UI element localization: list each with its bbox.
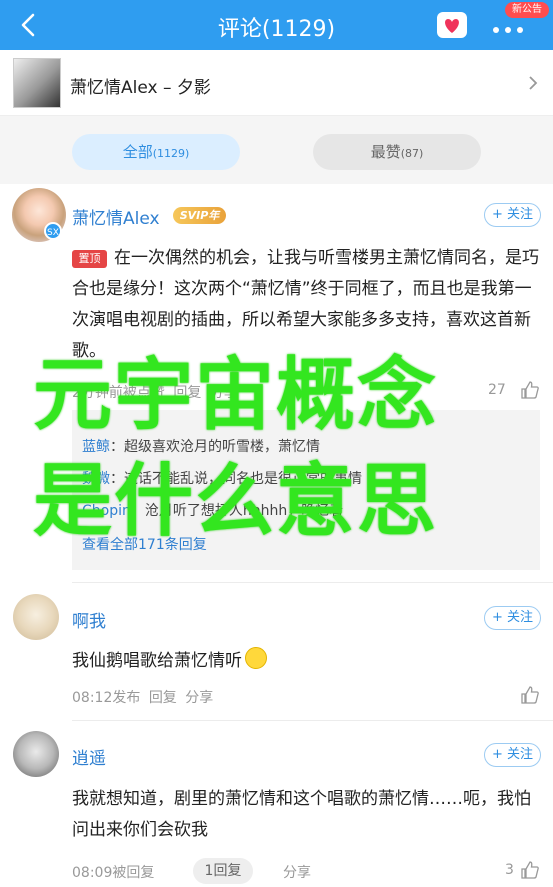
overlay-title-line2: 是什么意思: [33, 455, 438, 547]
svip-badge: SVIP年: [173, 207, 226, 224]
overlay-title-line1: 元宇宙概念: [33, 349, 438, 441]
comment-username[interactable]: 啊我: [72, 607, 106, 632]
song-cover-image: [13, 58, 61, 108]
thumb-up-icon[interactable]: [520, 380, 540, 400]
share-link[interactable]: 分享: [185, 690, 213, 706]
tab-top-count: (87): [400, 147, 424, 160]
like-count: 27: [488, 382, 506, 398]
reply-user[interactable]: 蓝鲸: [82, 439, 110, 455]
filter-tabs: 全部(1129) 最赞(87): [0, 116, 553, 184]
tab-all-label: 全部: [122, 143, 153, 161]
song-row[interactable]: 萧忆情Alex – 夕影: [0, 50, 553, 116]
tab-all-count: (1129): [152, 147, 190, 160]
comment-username[interactable]: 萧忆情Alex: [72, 204, 160, 229]
like-count: 3: [505, 862, 514, 878]
emoji-icon: [245, 647, 267, 669]
verified-badge: SX: [44, 222, 62, 240]
comment-time: 08:12发布: [72, 690, 141, 706]
share-link[interactable]: 分享: [283, 862, 311, 882]
tab-top[interactable]: 最赞(87): [313, 134, 481, 170]
follow-button[interactable]: + 关注: [484, 203, 541, 227]
top-bar: 评论(1129) 新公告: [0, 0, 553, 50]
comment-text-content: 我仙鹅唱歌给萧忆情听: [72, 651, 242, 671]
divider: [72, 582, 553, 583]
comment-time: 08:09被回复: [72, 865, 155, 881]
tab-all[interactable]: 全部(1129): [72, 134, 240, 170]
reply-link[interactable]: 回复: [149, 690, 177, 706]
comment-meta: 08:09被回复: [72, 862, 158, 882]
comment-username[interactable]: 逍遥: [72, 744, 106, 769]
chevron-right-icon: [526, 74, 540, 92]
song-name: 萧忆情Alex – 夕影: [70, 78, 211, 98]
follow-button[interactable]: + 关注: [484, 743, 541, 767]
page-title: 评论(1129): [217, 17, 336, 42]
comment-text: 我仙鹅唱歌给萧忆情听: [72, 646, 267, 677]
reply-count-button[interactable]: 1回复: [193, 858, 253, 884]
follow-button[interactable]: + 关注: [484, 606, 541, 630]
comment-meta: 08:12发布 回复 分享: [72, 687, 217, 707]
divider: [72, 720, 553, 721]
thumb-up-icon[interactable]: [520, 860, 540, 880]
heart-icon[interactable]: [437, 12, 467, 38]
avatar[interactable]: [13, 594, 59, 640]
comment-text: 我就想知道，剧里的萧忆情和这个唱歌的萧忆情……呃，我怕问出来你们会砍我: [72, 789, 531, 840]
avatar[interactable]: [13, 731, 59, 777]
new-notice-badge[interactable]: 新公告: [505, 2, 549, 18]
tab-top-label: 最赞: [370, 143, 401, 161]
thumb-up-icon[interactable]: [520, 685, 540, 705]
reply-text: 超级喜欢沧月的听雪楼，萧忆情: [124, 439, 320, 455]
